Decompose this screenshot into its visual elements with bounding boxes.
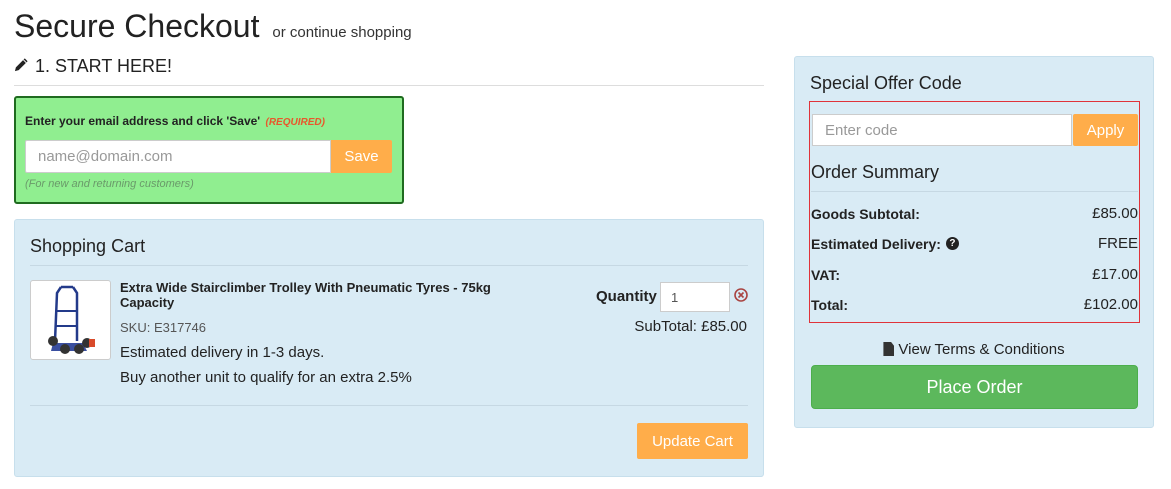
summary-row-subtotal: Goods Subtotal: £85.00 [811,205,1138,222]
summary-label: Estimated Delivery: [811,235,941,252]
summary-divider [811,191,1138,192]
file-text-icon [883,342,895,356]
product-sku: SKU: E317746 [120,320,207,335]
offer-code-input[interactable] [812,114,1072,146]
cart-divider-top [30,265,748,266]
shopping-cart-panel: Shopping Cart Extra Wide Stairclimber Tr… [14,219,764,477]
order-panel: Special Offer Code Apply Order Summary G… [794,56,1154,428]
highlight-frame: Apply Order Summary Goods Subtotal: £85.… [809,101,1140,323]
product-thumbnail[interactable] [30,280,111,360]
summary-value: £102.00 [1083,296,1138,313]
save-email-button[interactable]: Save [331,140,392,173]
order-summary-title: Order Summary [811,162,940,182]
offer-code-title: Special Offer Code [810,73,962,93]
summary-value: £85.00 [1092,205,1138,222]
question-circle-icon[interactable]: ? [945,237,959,250]
update-cart-button[interactable]: Update Cart [637,423,748,459]
cart-divider-bottom [30,405,748,406]
email-label-text: Enter your email address and click 'Save… [25,114,261,128]
delivery-estimate: Estimated delivery in 1-3 days. [120,344,325,361]
terms-link[interactable]: View Terms & Conditions [795,341,1153,358]
trolley-image [48,285,95,354]
page-title: Secure Checkout or continue shopping [14,8,412,45]
shopping-cart-heading: Shopping Cart [30,236,146,256]
product-name[interactable]: Extra Wide Stairclimber Trolley With Pne… [120,280,520,310]
bulk-offer-text: Buy another unit to qualify for an extra… [120,369,412,386]
terms-link-text: View Terms & Conditions [898,341,1065,358]
summary-row-delivery: Estimated Delivery: ? FREE [811,235,1138,252]
summary-label: VAT: [811,266,841,283]
summary-label: Total: [811,296,849,313]
apply-code-button[interactable]: Apply [1073,114,1138,146]
quantity-input[interactable] [660,282,730,312]
summary-row-total: Total: £102.00 [811,296,1138,313]
required-badge: (REQUIRED) [265,117,325,128]
step-title: 1. START HERE! [14,56,172,77]
remove-item-icon[interactable] [734,288,748,302]
pencil-icon [14,56,29,77]
email-note: (For new and returning customers) [25,178,194,190]
page-title-text: Secure Checkout [14,8,260,44]
step-title-text: 1. START HERE! [35,56,173,76]
summary-label: Goods Subtotal: [811,205,920,222]
summary-label-with-help: Estimated Delivery: ? [811,235,959,252]
item-subtotal: SubTotal: £85.00 [634,318,747,335]
quantity-label: Quantity [596,288,657,305]
email-label: Enter your email address and click 'Save… [25,114,325,128]
summary-value: FREE [1097,235,1138,252]
email-input[interactable] [25,140,331,173]
place-order-button[interactable]: Place Order [811,365,1138,409]
email-panel: Enter your email address and click 'Save… [14,96,404,204]
summary-value: £17.00 [1092,266,1138,283]
continue-shopping-link[interactable]: or continue shopping [272,24,411,41]
step-divider [14,85,764,86]
summary-row-vat: VAT: £17.00 [811,266,1138,283]
